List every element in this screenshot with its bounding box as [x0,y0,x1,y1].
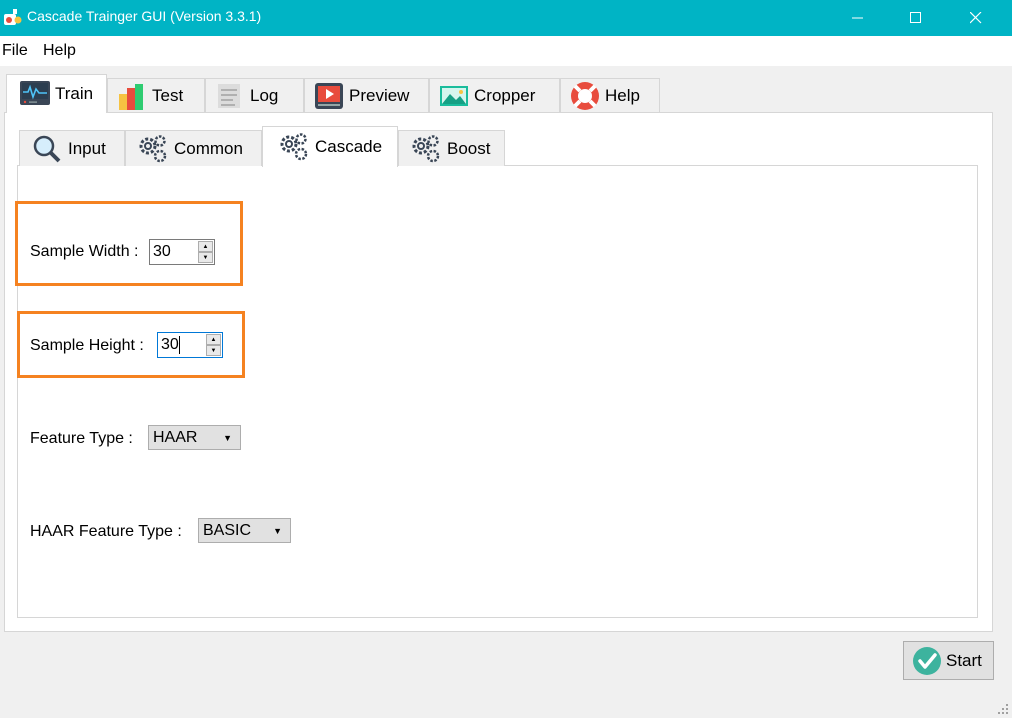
gears-icon [412,134,440,162]
magnifier-icon [33,135,61,162]
sample-height-value: 30 [161,336,179,353]
chart-icon [119,83,143,110]
check-circle-icon [913,646,941,675]
dropdown-arrow-icon: ▼ [273,526,282,536]
sample-width-spinbox[interactable]: 30 ▲ ▼ [149,239,215,265]
tab-preview-label: Preview [349,85,410,105]
minimize-button[interactable] [835,0,881,36]
gears-icon [280,133,308,161]
sample-height-spinbox[interactable]: 30 ▲ ▼ [157,332,223,358]
tab-preview[interactable]: Preview [304,78,429,112]
maximize-icon [910,12,921,23]
arrow-up-icon: ▲ [210,336,217,343]
sample-width-down-button[interactable]: ▼ [198,252,213,263]
tab-help-label: Help [605,85,640,105]
text-caret [179,336,180,354]
tab-help[interactable]: Help [560,78,660,112]
resize-grip-icon[interactable] [994,700,1010,716]
sample-width-value: 30 [153,243,171,260]
window-title: Cascade Trainger GUI (Version 3.3.1) [27,8,262,24]
maximize-button[interactable] [893,0,939,36]
sample-width-up-button[interactable]: ▲ [198,241,213,252]
tab-log[interactable]: Log [205,78,304,112]
title-bar: Cascade Trainger GUI (Version 3.3.1) [0,0,1012,36]
menu-bar: File Help [0,36,1012,66]
arrow-up-icon: ▲ [202,243,209,250]
tab-input[interactable]: Input [19,130,125,166]
feature-type-select[interactable]: HAAR ▼ [148,425,241,450]
tab-test[interactable]: Test [107,78,205,112]
menu-help[interactable]: Help [43,42,76,60]
sample-height-down-button[interactable]: ▼ [206,345,221,356]
start-label: Start [946,650,982,670]
tab-boost-label: Boost [447,138,491,158]
close-button[interactable] [953,0,999,36]
tab-train[interactable]: Train [6,74,107,113]
close-icon [970,12,982,24]
gears-icon [139,134,167,162]
monitor-icon [20,81,50,105]
play-icon [315,82,343,109]
minimize-icon [852,17,863,19]
tab-cropper[interactable]: Cropper [429,78,560,112]
log-icon [218,83,240,108]
tab-common-label: Common [174,138,243,158]
tab-input-label: Input [68,138,106,158]
sample-width-label: Sample Width : [30,243,139,260]
tab-common[interactable]: Common [125,130,262,166]
arrow-down-icon: ▼ [210,347,217,354]
tab-log-label: Log [250,85,279,105]
app-flask-icon [4,9,22,25]
tab-cropper-label: Cropper [474,85,536,105]
feature-type-value: HAAR [153,429,198,446]
arrow-down-icon: ▼ [202,254,209,261]
feature-type-label: Feature Type : [30,430,133,447]
tab-test-label: Test [152,85,184,105]
sample-height-label: Sample Height : [30,337,144,354]
image-icon [440,85,468,106]
start-button[interactable]: Start [903,641,994,680]
tab-train-label: Train [55,84,94,103]
haar-feature-type-label: HAAR Feature Type : [30,523,182,540]
haar-feature-type-select[interactable]: BASIC ▼ [198,518,291,543]
dropdown-arrow-icon: ▼ [223,433,232,443]
tab-boost[interactable]: Boost [398,130,505,166]
tab-cascade-label: Cascade [315,137,383,156]
haar-feature-type-value: BASIC [203,522,252,539]
sample-height-up-button[interactable]: ▲ [206,334,221,345]
menu-file[interactable]: File [2,42,28,60]
lifebuoy-icon [571,81,599,110]
tab-cascade[interactable]: Cascade [262,126,398,167]
